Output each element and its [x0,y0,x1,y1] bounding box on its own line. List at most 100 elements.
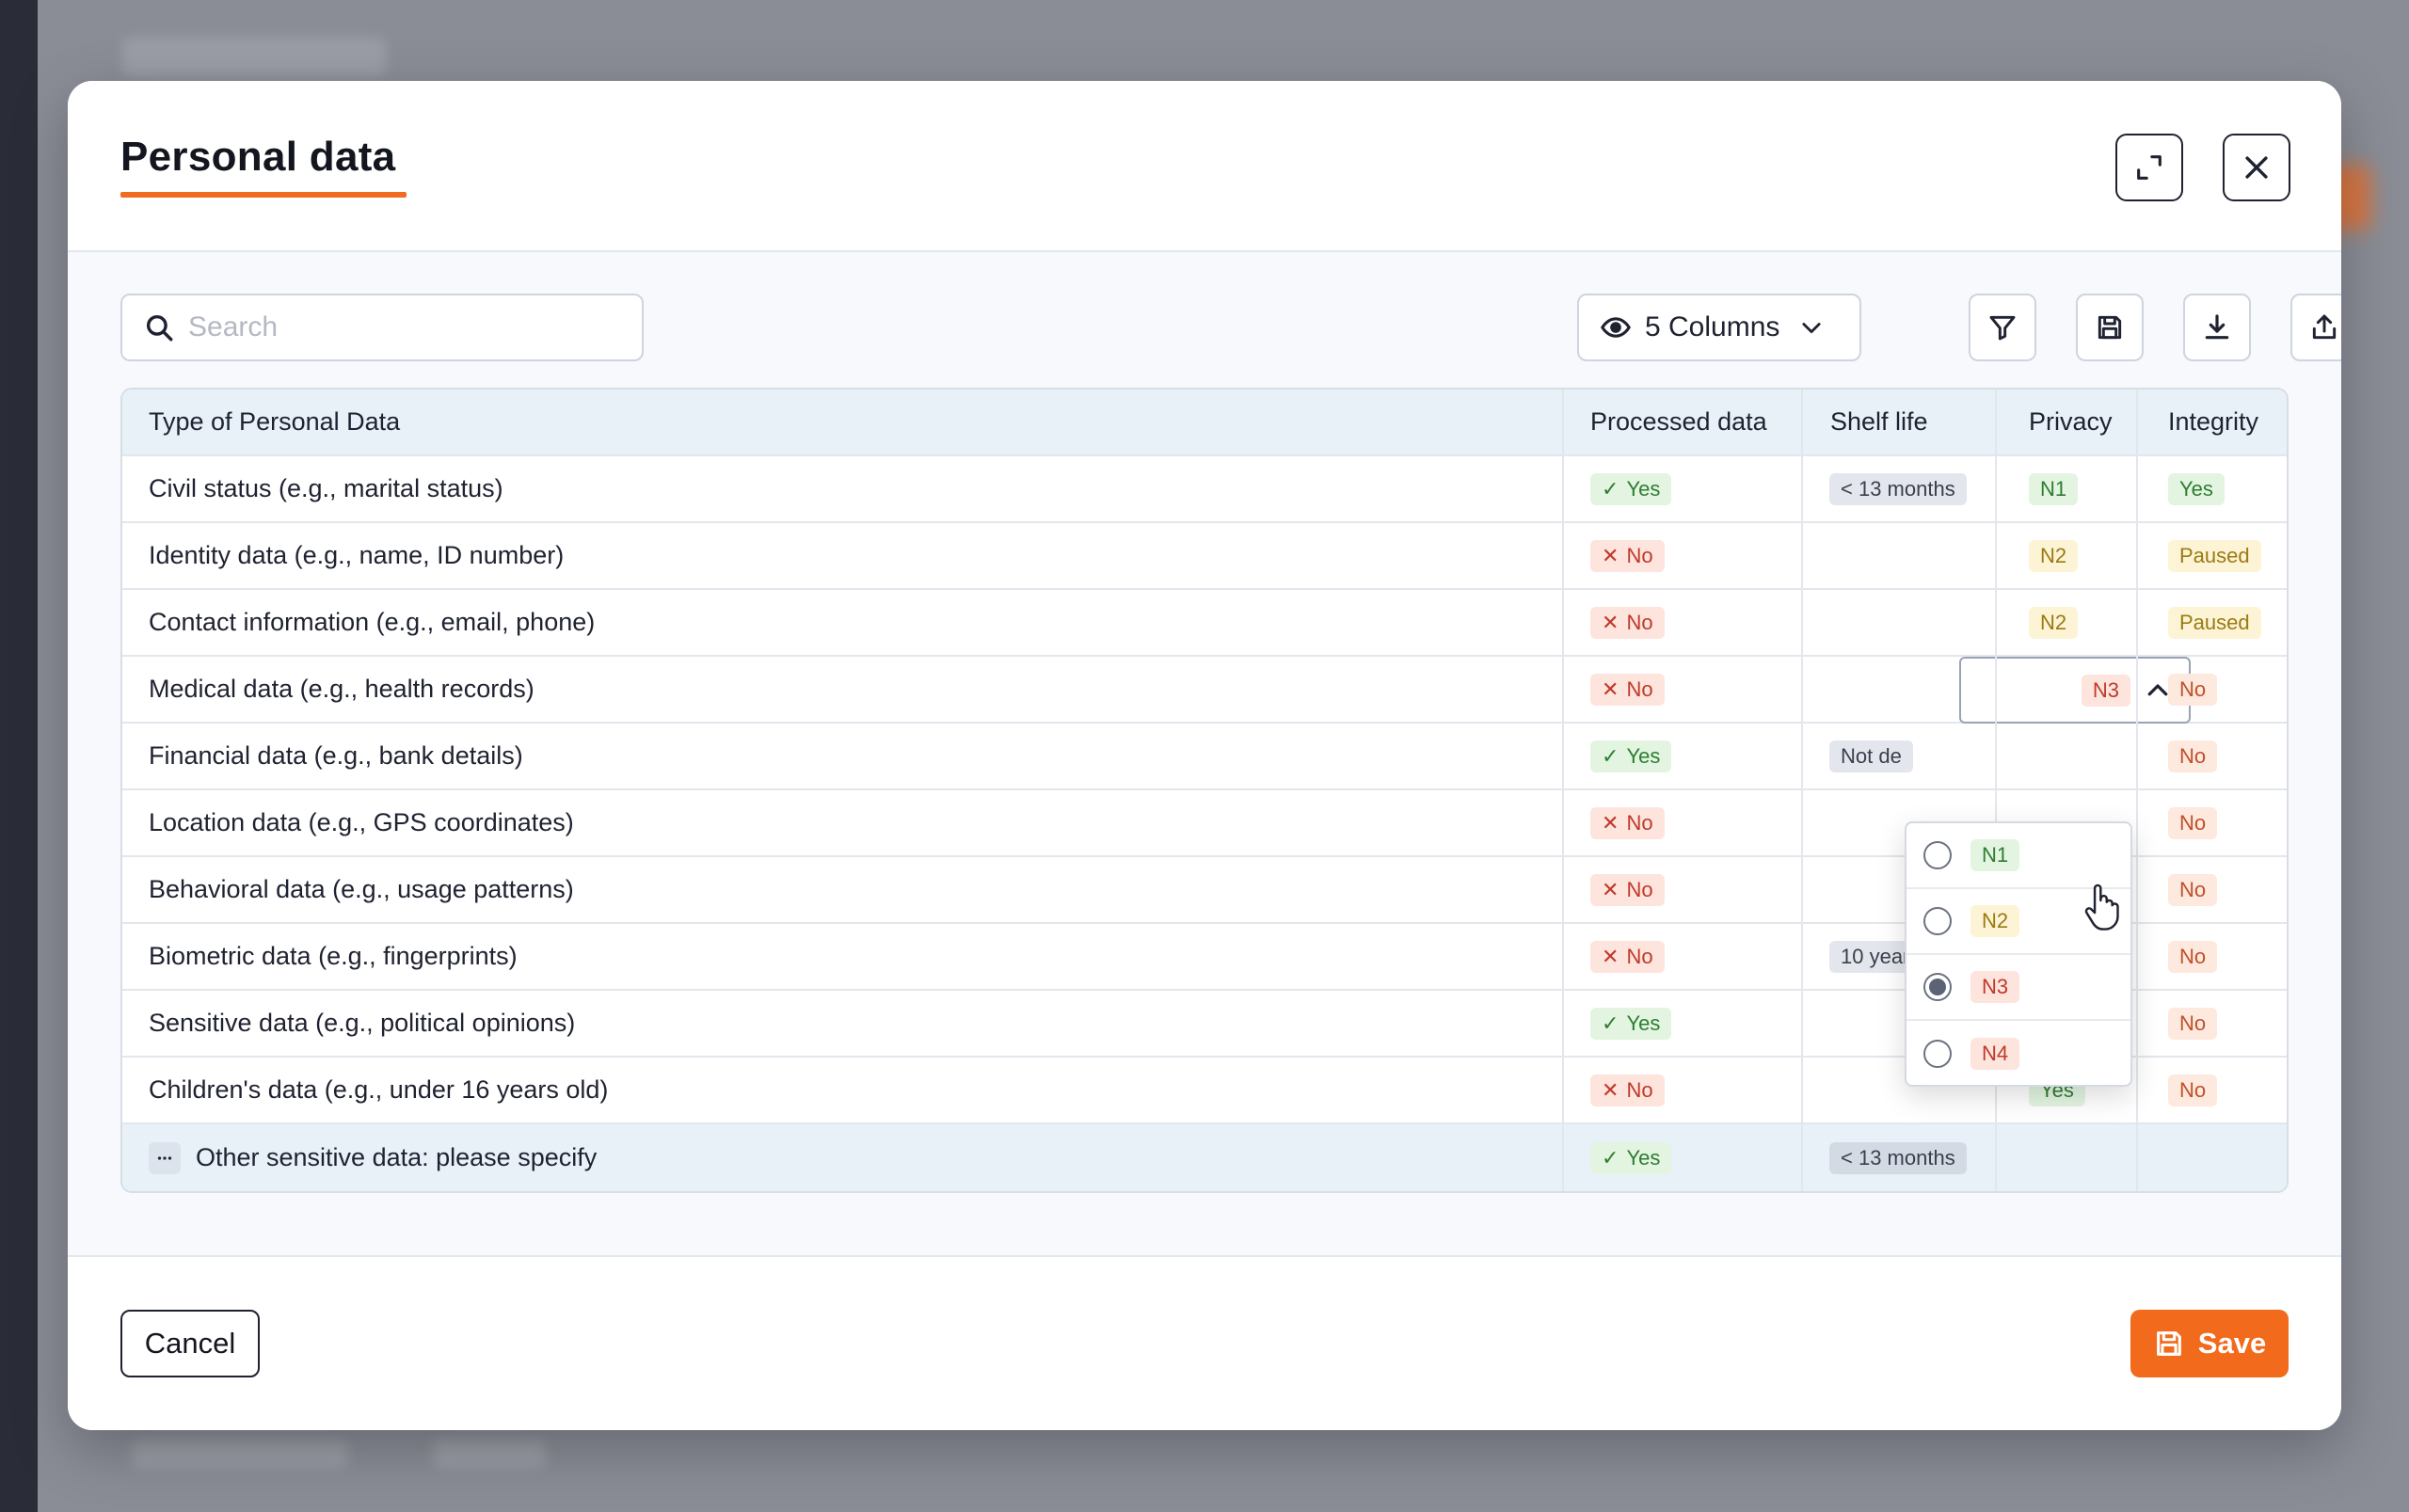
column-header-shelf-life[interactable]: Shelf life [1830,390,1928,454]
integrity-badge[interactable]: No [2168,806,2218,839]
background-footer-text [433,1440,546,1468]
column-header-type[interactable]: Type of Personal Data [149,390,400,454]
type-cell: Contact information (e.g., email, phone) [149,608,596,636]
check-icon: ✓ [1602,1011,1619,1035]
privacy-select[interactable]: N3 [1959,657,2191,724]
type-cell: Location data (e.g., GPS coordinates) [149,808,574,836]
x-icon: ✕ [1602,1077,1619,1102]
type-cell: Behavioral data (e.g., usage patterns) [149,875,574,903]
x-icon: ✕ [1602,944,1619,968]
type-cell: Biometric data (e.g., fingerprints) [149,942,518,970]
processed-value: Yes [1626,1145,1661,1170]
expand-icon [2137,155,2162,180]
processed-value: No [1626,676,1653,701]
privacy-option-n1[interactable]: N1 [1906,823,2130,889]
integrity-badge[interactable]: Yes [2168,472,2225,505]
background-header-text [122,38,386,75]
radio-button-selected[interactable] [1923,973,1952,1001]
x-icon: ✕ [1602,610,1619,634]
integrity-badge[interactable]: No [2168,1074,2218,1106]
title-underline [120,192,407,198]
processed-value: No [1626,610,1653,634]
processed-badge[interactable]: ✕ No [1590,940,1665,973]
processed-badge[interactable]: ✕ No [1590,673,1665,706]
column-divider [1801,390,1803,1191]
floppy-disk-icon [2098,315,2122,340]
table-row[interactable]: Medical data (e.g., health records) ✕ No … [122,657,2287,724]
expand-button[interactable] [2115,134,2183,201]
table-row[interactable]: Financial data (e.g., bank details) ✓ Yes… [122,724,2287,790]
filter-button[interactable] [1969,294,2036,361]
radio-button[interactable] [1923,841,1952,869]
processed-badge[interactable]: ✕ No [1590,606,1665,639]
close-icon [2245,156,2268,179]
save-view-button[interactable] [2076,294,2144,361]
processed-value: No [1626,543,1653,567]
processed-value: No [1626,877,1653,901]
radio-button[interactable] [1923,907,1952,935]
more-icon[interactable] [149,1141,181,1174]
table-row[interactable]: Contact information (e.g., email, phone)… [122,590,2287,657]
privacy-option-n4[interactable]: N4 [1906,1021,2130,1085]
search-input[interactable] [188,311,602,343]
processed-badge[interactable]: ✓ Yes [1590,740,1672,772]
integrity-badge[interactable]: No [2168,673,2218,706]
other-data-row[interactable]: Other sensitive data: please specify ✓ Ye… [122,1124,2287,1191]
integrity-badge[interactable]: No [2168,740,2218,772]
background-footer-text [132,1440,348,1468]
processed-badge[interactable]: ✓ Yes [1590,1141,1672,1174]
privacy-option-n3[interactable]: N3 [1906,955,2130,1021]
processed-badge[interactable]: ✕ No [1590,1074,1665,1106]
radio-button[interactable] [1923,1040,1952,1068]
table-row[interactable]: Identity data (e.g., name, ID number) ✕ N… [122,523,2287,590]
processed-badge[interactable]: ✓ Yes [1590,472,1672,505]
type-cell: Sensitive data (e.g., political opinions… [149,1009,576,1037]
columns-button[interactable]: 5 Columns [1577,294,1861,361]
processed-value: Yes [1626,476,1661,501]
upload-button[interactable] [2290,294,2341,361]
shelf-life-badge[interactable]: < 13 months [1829,472,1967,505]
integrity-badge[interactable]: No [2168,1007,2218,1040]
column-header-processed[interactable]: Processed data [1590,390,1767,454]
columns-button-label: 5 Columns [1645,311,1780,342]
search-icon [146,314,173,342]
search-box[interactable] [120,294,644,361]
processed-value: No [1626,944,1653,968]
save-button[interactable]: Save [2130,1310,2289,1377]
column-header-privacy[interactable]: Privacy [2029,390,2113,454]
processed-badge[interactable]: ✕ No [1590,806,1665,839]
privacy-badge[interactable]: N2 [2029,606,2079,639]
processed-badge[interactable]: ✕ No [1590,539,1665,572]
processed-badge[interactable]: ✕ No [1590,873,1665,906]
integrity-badge[interactable]: Paused [2168,606,2261,639]
chevron-down-icon [1802,323,1821,334]
privacy-badge[interactable]: N1 [2029,472,2079,505]
option-label: N1 [1970,839,2020,871]
column-header-integrity[interactable]: Integrity [2168,390,2258,454]
x-icon: ✕ [1602,877,1619,901]
cancel-button[interactable]: Cancel [120,1310,260,1377]
x-icon: ✕ [1602,543,1619,567]
close-button[interactable] [2223,134,2290,201]
integrity-badge[interactable]: No [2168,873,2218,906]
type-cell: Financial data (e.g., bank details) [149,741,523,770]
shelf-life-badge[interactable]: < 13 months [1829,1141,1967,1174]
other-data-label: Other sensitive data: please specify [196,1143,598,1171]
table-row[interactable]: Civil status (e.g., marital status) ✓ Yes… [122,456,2287,523]
download-button[interactable] [2183,294,2251,361]
privacy-selected-value: N3 [2081,674,2130,707]
shelf-life-badge[interactable]: Not de [1829,740,1913,772]
privacy-badge[interactable]: N2 [2029,539,2079,572]
download-icon [2205,314,2229,340]
option-label: N2 [1970,905,2020,937]
eye-icon [1601,317,1631,338]
dialog-body: 5 Columns Type of Personal Data Processe… [68,252,2341,1255]
integrity-badge[interactable]: No [2168,940,2218,973]
personal-data-dialog: Personal data 5 Columns [68,81,2341,1430]
processed-badge[interactable]: ✓ Yes [1590,1007,1672,1040]
floppy-disk-icon [2156,1331,2181,1356]
integrity-badge[interactable]: Paused [2168,539,2261,572]
filter-icon [1989,315,2016,341]
save-button-label: Save [2197,1327,2267,1360]
check-icon: ✓ [1602,476,1619,501]
